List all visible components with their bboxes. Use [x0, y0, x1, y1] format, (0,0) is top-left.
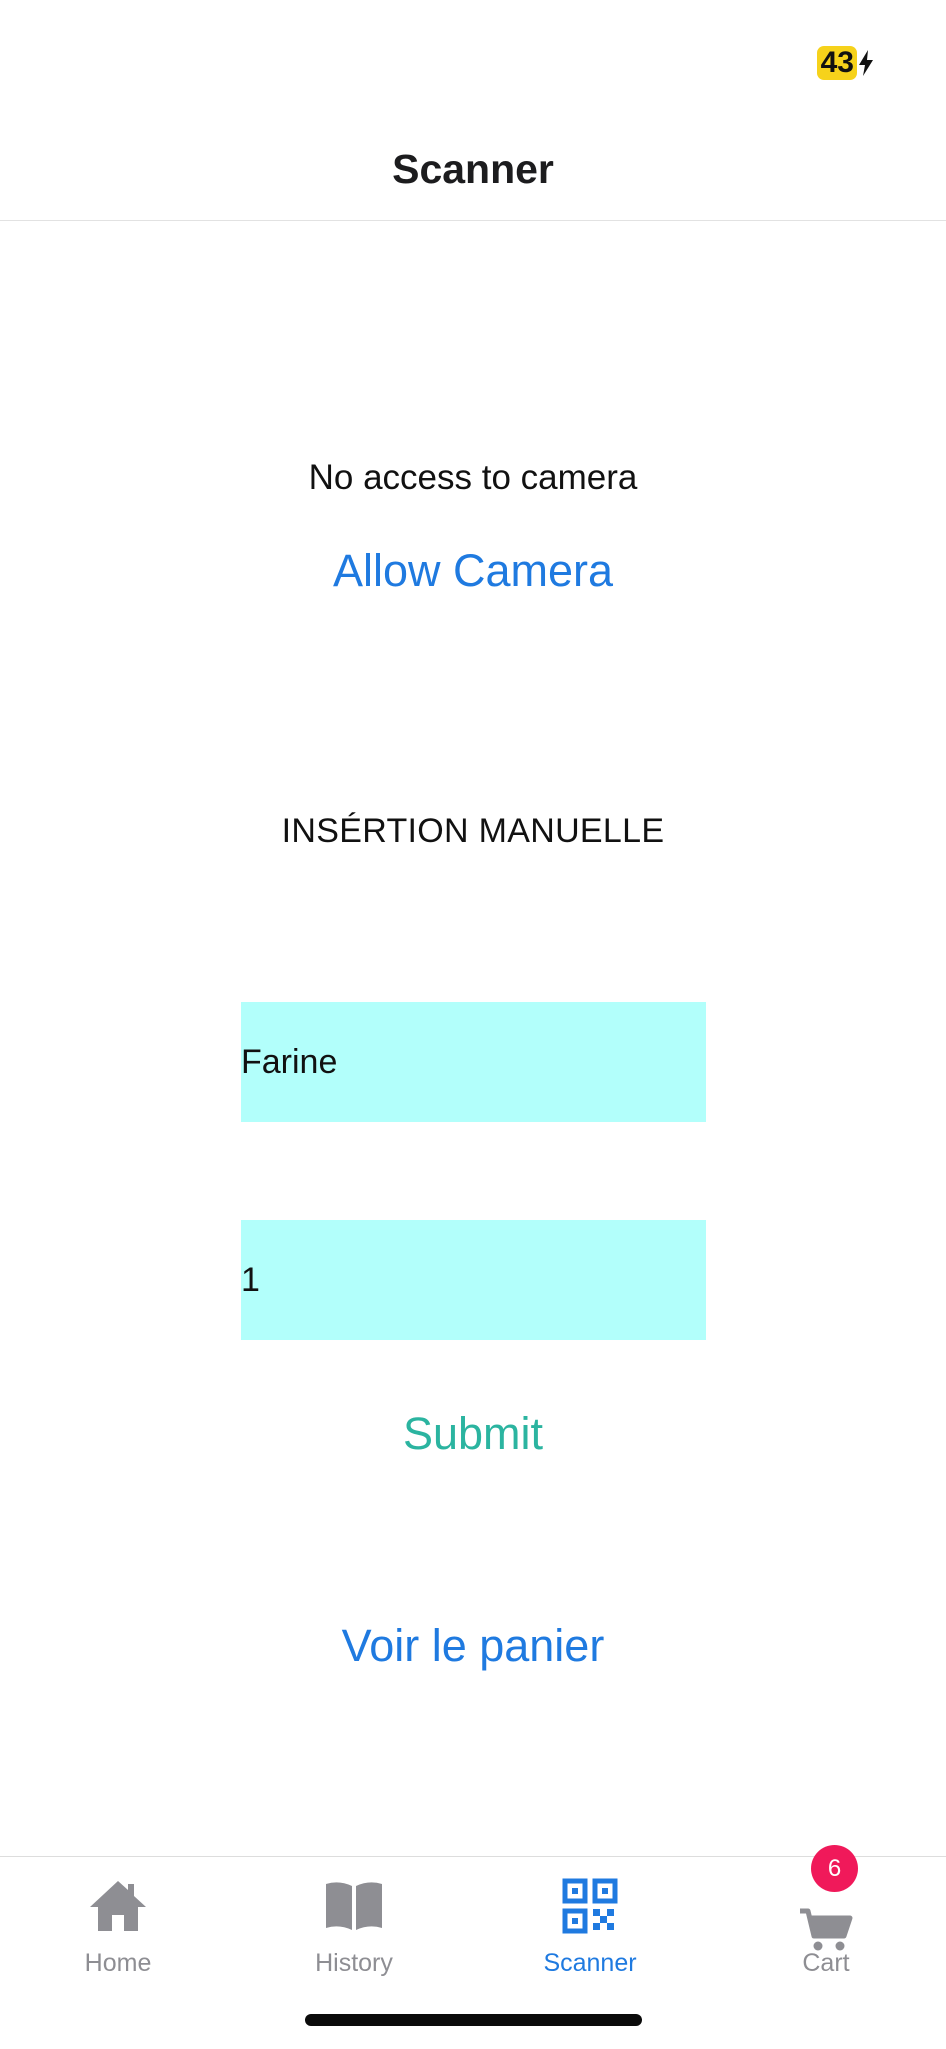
cart-count-badge: 6 [811, 1845, 858, 1892]
tab-scanner-label: Scanner [543, 1949, 637, 1977]
tab-history[interactable]: History [236, 1857, 472, 1987]
tab-home-label: Home [84, 1949, 152, 1977]
home-indicator[interactable] [305, 2014, 642, 2026]
quantity-input[interactable] [241, 1220, 706, 1340]
tab-cart-label: Cart [802, 1949, 850, 1977]
charging-bolt-icon [858, 50, 874, 76]
camera-access-message: No access to camera [308, 458, 638, 497]
allow-camera-button[interactable]: Allow Camera [0, 545, 946, 597]
submit-button[interactable]: Submit [0, 1408, 946, 1460]
battery-indicator: 43 [816, 46, 874, 80]
tab-home[interactable]: Home [0, 1857, 236, 1987]
page-title: Scanner [392, 145, 554, 192]
battery-level: 43 [816, 46, 857, 80]
book-icon [322, 1877, 386, 1935]
tab-scanner[interactable]: Scanner [472, 1857, 708, 1987]
status-bar: 43 [0, 0, 946, 120]
view-cart-button[interactable]: Voir le panier [0, 1620, 946, 1672]
navigation-header: Scanner [0, 120, 946, 221]
manual-insertion-title: INSÉRTION MANUELLE [281, 812, 665, 850]
home-icon [86, 1877, 150, 1935]
tab-history-label: History [315, 1949, 393, 1977]
qr-code-icon [558, 1877, 622, 1935]
product-name-input[interactable] [241, 1002, 706, 1122]
